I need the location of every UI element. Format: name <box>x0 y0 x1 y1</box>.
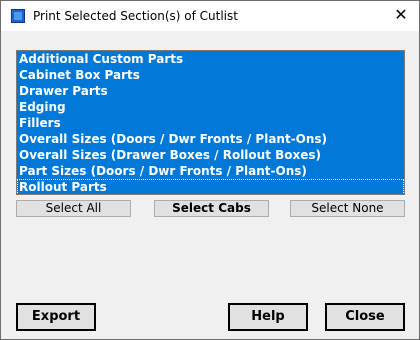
select-all-button[interactable]: Select All <box>16 200 131 217</box>
list-item[interactable]: Part Sizes (Doors / Dwr Fronts / Plant-O… <box>17 163 404 179</box>
title-bar: Print Selected Section(s) of Cutlist ✕ <box>1 1 419 31</box>
print-sections-dialog: Print Selected Section(s) of Cutlist ✕ A… <box>0 0 420 340</box>
export-button[interactable]: Export <box>16 303 96 331</box>
app-icon <box>11 9 25 23</box>
select-cabs-button[interactable]: Select Cabs <box>154 200 269 217</box>
window-title: Print Selected Section(s) of Cutlist <box>33 9 238 23</box>
select-none-button[interactable]: Select None <box>290 200 405 217</box>
list-item[interactable]: Additional Custom Parts <box>17 51 404 67</box>
list-item[interactable]: Overall Sizes (Doors / Dwr Fronts / Plan… <box>17 131 404 147</box>
sections-listbox[interactable]: Additional Custom Parts Cabinet Box Part… <box>16 50 405 195</box>
close-button[interactable]: Close <box>325 303 405 331</box>
list-item[interactable]: Fillers <box>17 115 404 131</box>
list-item[interactable]: Rollout Parts <box>17 179 404 194</box>
list-item[interactable]: Cabinet Box Parts <box>17 67 404 83</box>
help-button[interactable]: Help <box>228 303 308 331</box>
close-icon[interactable]: ✕ <box>393 7 409 23</box>
list-item[interactable]: Edging <box>17 99 404 115</box>
list-item[interactable]: Drawer Parts <box>17 83 404 99</box>
list-item[interactable]: Overall Sizes (Drawer Boxes / Rollout Bo… <box>17 147 404 163</box>
